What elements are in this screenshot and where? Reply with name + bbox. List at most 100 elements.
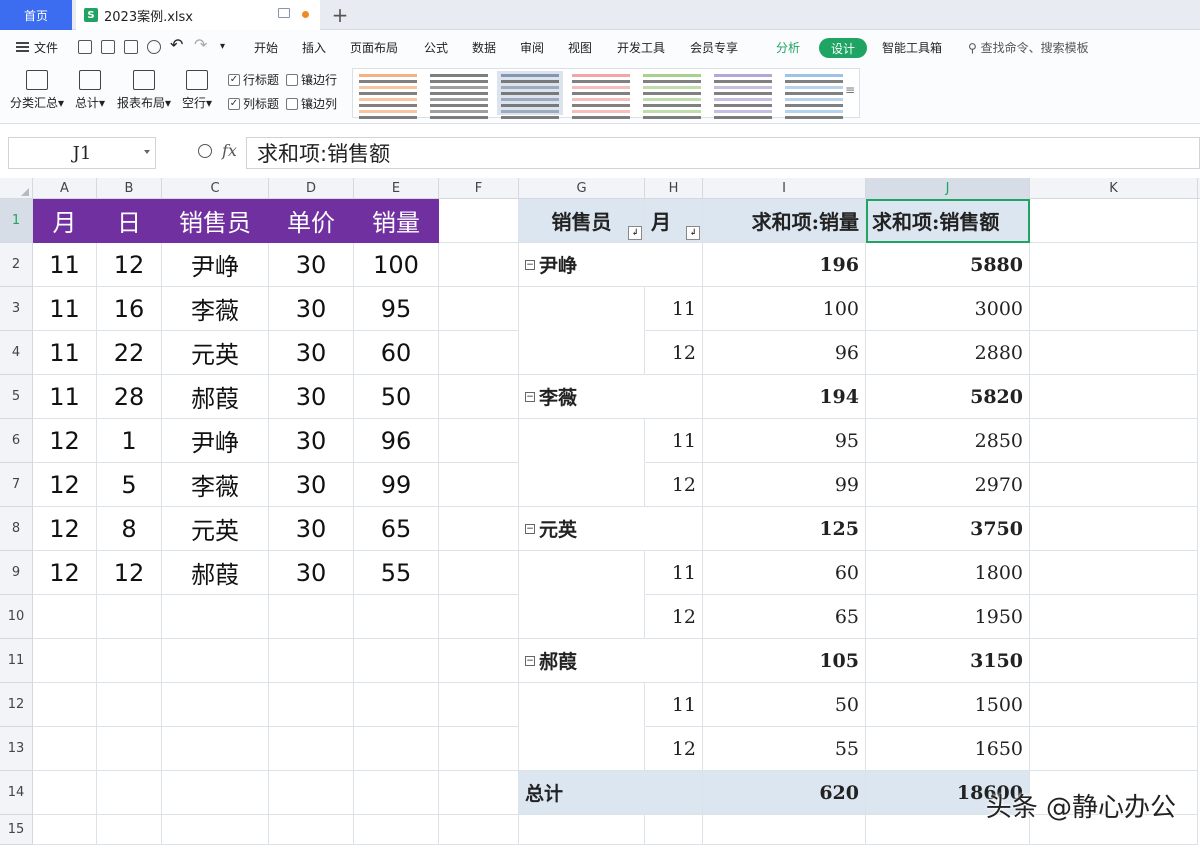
pivot-month-cell[interactable]: 12 — [645, 727, 703, 771]
cell[interactable] — [439, 331, 519, 375]
cell[interactable] — [33, 639, 97, 683]
pivot-indent-cell[interactable] — [519, 419, 645, 463]
cell[interactable] — [354, 815, 439, 845]
cell[interactable] — [439, 287, 519, 331]
cell[interactable] — [439, 199, 519, 243]
source-data-cell[interactable]: 李薇 — [162, 463, 269, 507]
filter-dropdown-icon[interactable]: ↲ — [628, 226, 642, 240]
menu-design[interactable]: 设计 — [819, 38, 867, 58]
pivot-amount-cell[interactable]: 2850 — [866, 419, 1030, 463]
cell[interactable] — [269, 727, 354, 771]
cell[interactable] — [1030, 199, 1198, 243]
pivot-amount-cell[interactable]: 3000 — [866, 287, 1030, 331]
report-layout-button[interactable]: 报表布局▾ — [114, 68, 174, 111]
menu-analyze[interactable]: 分析 — [776, 39, 800, 56]
cell[interactable] — [1030, 463, 1198, 507]
source-data-cell[interactable]: 50 — [354, 375, 439, 419]
row-header-2[interactable]: 2 — [0, 243, 33, 287]
cell[interactable] — [97, 639, 162, 683]
cell[interactable] — [33, 727, 97, 771]
column-header-a[interactable]: A — [33, 178, 97, 199]
cell[interactable] — [1030, 419, 1198, 463]
column-header-c[interactable]: C — [162, 178, 269, 199]
pivot-amount-cell[interactable]: 2880 — [866, 331, 1030, 375]
cell[interactable] — [269, 815, 354, 845]
column-header-e[interactable]: E — [354, 178, 439, 199]
pivot-month-cell[interactable]: 12 — [645, 331, 703, 375]
source-data-cell[interactable]: 郝葭 — [162, 375, 269, 419]
source-header-cell[interactable]: 日 — [97, 199, 162, 243]
cell[interactable] — [519, 815, 645, 845]
pivot-group-amount[interactable]: 5820 — [866, 375, 1030, 419]
cell[interactable] — [97, 815, 162, 845]
pivot-amount-cell[interactable]: 1650 — [866, 727, 1030, 771]
new-tab-button[interactable]: + — [328, 2, 352, 28]
undo-icon[interactable]: ↶ — [170, 35, 183, 54]
grand-total-button[interactable]: 总计▾ — [72, 68, 108, 111]
pivot-style-swatch[interactable] — [355, 71, 421, 119]
name-box[interactable]: J1 — [8, 137, 156, 169]
pivot-month-cell[interactable]: 12 — [645, 595, 703, 639]
cell[interactable] — [439, 727, 519, 771]
menu-smart-tools[interactable]: 智能工具箱 — [882, 39, 942, 56]
pivot-month-cell[interactable]: 11 — [645, 683, 703, 727]
source-data-cell[interactable]: 30 — [269, 375, 354, 419]
source-header-cell[interactable]: 销量 — [354, 199, 439, 243]
cell[interactable] — [162, 683, 269, 727]
pivot-qty-cell[interactable]: 100 — [703, 287, 866, 331]
source-data-cell[interactable]: 元英 — [162, 507, 269, 551]
banded-cols-checkbox[interactable]: 镶边列 — [286, 95, 337, 112]
cell[interactable] — [439, 771, 519, 815]
menu-item[interactable]: 数据 — [472, 39, 496, 56]
cell[interactable] — [439, 375, 519, 419]
cell[interactable] — [439, 639, 519, 683]
source-data-cell[interactable]: 22 — [97, 331, 162, 375]
select-all-corner[interactable] — [0, 178, 33, 199]
pivot-header-sum-qty[interactable]: 求和项:销量 — [703, 199, 866, 243]
row-header-11[interactable]: 11 — [0, 639, 33, 683]
pivot-indent-cell[interactable] — [519, 595, 645, 639]
cell[interactable] — [269, 771, 354, 815]
cell[interactable] — [439, 595, 519, 639]
source-data-cell[interactable]: 30 — [269, 463, 354, 507]
pivot-group-qty[interactable]: 196 — [703, 243, 866, 287]
source-data-cell[interactable]: 1 — [97, 419, 162, 463]
menu-item[interactable]: 审阅 — [520, 39, 544, 56]
cell[interactable] — [1030, 727, 1198, 771]
cell[interactable] — [439, 815, 519, 845]
cell[interactable] — [1030, 243, 1198, 287]
pivot-indent-cell[interactable] — [519, 551, 645, 595]
cell[interactable] — [439, 551, 519, 595]
cell[interactable] — [439, 463, 519, 507]
print-preview-icon[interactable] — [147, 40, 161, 54]
cell[interactable] — [97, 683, 162, 727]
banded-rows-checkbox[interactable]: 镶边行 — [286, 71, 337, 88]
source-data-cell[interactable]: 12 — [33, 463, 97, 507]
source-data-cell[interactable]: 12 — [33, 507, 97, 551]
cell[interactable] — [97, 771, 162, 815]
cell[interactable] — [1030, 507, 1198, 551]
cell[interactable] — [439, 419, 519, 463]
pivot-group-qty[interactable]: 105 — [703, 639, 866, 683]
cell[interactable] — [1030, 375, 1198, 419]
col-headers-checkbox[interactable]: ✓ 列标题 — [228, 95, 279, 112]
source-data-cell[interactable]: 30 — [269, 287, 354, 331]
pivot-month-cell[interactable]: 11 — [645, 419, 703, 463]
pivot-qty-cell[interactable]: 55 — [703, 727, 866, 771]
source-data-cell[interactable]: 28 — [97, 375, 162, 419]
pivot-group-label[interactable]: − 尹峥 — [519, 243, 703, 287]
collapse-icon[interactable]: − — [525, 655, 535, 666]
pivot-indent-cell[interactable] — [519, 463, 645, 507]
column-header-b[interactable]: B — [97, 178, 162, 199]
pivot-group-label[interactable]: − 郝葭 — [519, 639, 703, 683]
pivot-indent-cell[interactable] — [519, 287, 645, 331]
pivot-style-swatch[interactable] — [639, 71, 705, 119]
source-data-cell[interactable]: 11 — [33, 331, 97, 375]
redo-icon[interactable]: ↷ — [194, 35, 207, 54]
cell[interactable] — [162, 727, 269, 771]
hamburger-icon[interactable] — [16, 42, 29, 52]
row-header-1[interactable]: 1 — [0, 199, 33, 243]
name-box-dropdown-icon[interactable] — [144, 150, 150, 154]
source-data-cell[interactable]: 11 — [33, 243, 97, 287]
source-data-cell[interactable]: 5 — [97, 463, 162, 507]
